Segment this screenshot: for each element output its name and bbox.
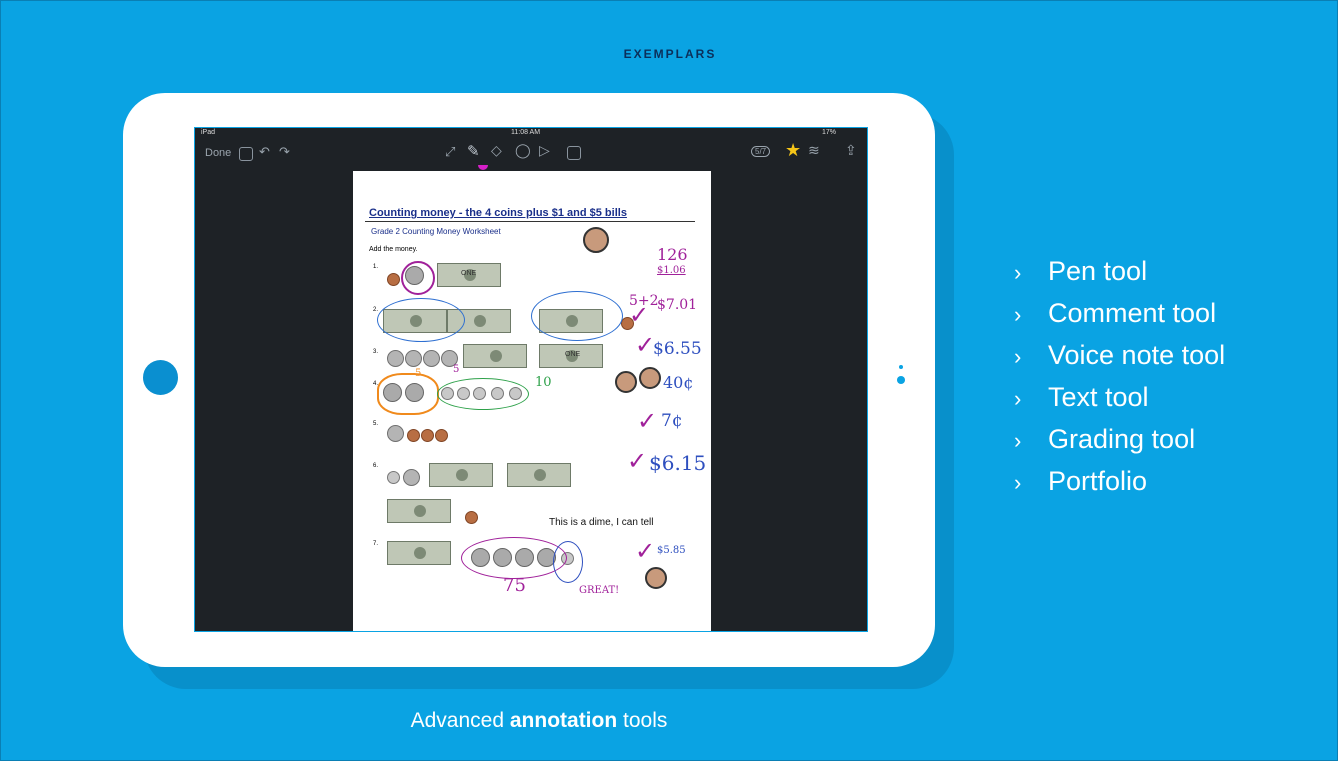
section-kicker: EXEMPLARS (623, 47, 717, 61)
pen-circle (531, 291, 623, 341)
row-number: 5. (373, 421, 379, 427)
handwritten-note: 75 (503, 575, 526, 596)
layers-icon[interactable]: ≋ (808, 142, 820, 159)
five-dollar-bill (429, 463, 493, 487)
pen-circle (437, 378, 529, 410)
handwritten-answer: 40¢ (663, 373, 694, 392)
handwritten-answer: $6.15 (649, 451, 707, 475)
row-number: 2. (373, 307, 379, 313)
share-icon[interactable]: ⇪ (845, 142, 857, 159)
handwritten-note: 5 (415, 368, 422, 379)
slide-caption: Advanced annotation tools (410, 709, 668, 732)
penny (407, 429, 420, 442)
chevron-right-icon: › (1014, 386, 1022, 411)
camera-dot (899, 365, 903, 369)
ipad-screen: iPad 11:08 AM 17% Done ↶ ↷ ⤢ ✎ ◇ ◯ ▷ 5/7… (194, 127, 868, 632)
eraser-icon[interactable]: ◇ (491, 142, 502, 159)
pen-circle (401, 261, 435, 295)
student-avatar[interactable] (615, 371, 637, 393)
handwritten-note: 5 (453, 364, 460, 375)
status-bar: iPad 11:08 AM 17% (195, 128, 867, 138)
handwritten-answer: 7¢ (661, 411, 683, 431)
handwritten-note: GREAT! (579, 585, 620, 596)
feature-item: › Comment tool (1014, 293, 1225, 335)
worksheet-page: Counting money - the 4 coins plus $1 and… (353, 171, 711, 631)
handwritten-note: 10 (535, 375, 552, 390)
chevron-right-icon: › (1014, 470, 1022, 495)
chevron-right-icon: › (1014, 344, 1022, 369)
penny (421, 429, 434, 442)
check-mark: ✓ (637, 407, 658, 435)
handwritten-answer: $5.85 (657, 545, 686, 556)
pen-circle (377, 373, 439, 415)
handwritten-answer: $1.06 (657, 265, 686, 276)
annotation-toolbar: Done ↶ ↷ ⤢ ✎ ◇ ◯ ▷ 5/7 ★ ≋ ⇪ (195, 138, 867, 168)
text-comment: This is a dime, I can tell (549, 517, 654, 528)
nickel (387, 350, 404, 367)
nickel (423, 350, 440, 367)
check-mark: ✓ (627, 447, 648, 475)
feature-item: › Pen tool (1014, 251, 1225, 293)
active-tool-indicator (478, 165, 488, 170)
five-dollar-bill (463, 344, 527, 368)
comment-icon[interactable]: ◯ (515, 142, 531, 159)
dollar-bill (507, 463, 571, 487)
camera-icon (897, 376, 905, 384)
redo-icon[interactable]: ↷ (279, 144, 290, 160)
home-button (143, 360, 178, 395)
nickel (403, 469, 420, 486)
title-rule (365, 221, 695, 222)
check-mark: ✓ (629, 301, 650, 329)
row-number: 3. (373, 349, 379, 355)
five-dollar-bill (387, 541, 451, 565)
expand-icon[interactable]: ⤢ (445, 144, 455, 160)
bill-text: ONE (565, 351, 581, 358)
page-counter[interactable]: 5/7 (751, 146, 771, 157)
check-mark: ✓ (635, 537, 656, 565)
penny (387, 273, 400, 286)
student-avatar[interactable] (645, 567, 667, 589)
dollar-bill (387, 499, 451, 523)
handwritten-note: 126 (657, 245, 688, 264)
feature-list: › Pen tool › Comment tool › Voice note tool… (1014, 251, 1225, 503)
feature-item: › Grading tool (1014, 419, 1225, 461)
feature-item: › Text tool (1014, 377, 1225, 419)
undo-icon[interactable]: ↶ (259, 144, 270, 160)
nickel (405, 350, 422, 367)
worksheet-title: Counting money - the 4 coins plus $1 and… (369, 207, 627, 219)
row-number: 7. (373, 541, 379, 547)
chevron-right-icon: › (1014, 302, 1022, 327)
student-avatar[interactable] (639, 367, 661, 389)
penny (435, 429, 448, 442)
pen-icon[interactable]: ✎ (467, 142, 480, 160)
status-time: 11:08 AM (511, 129, 541, 136)
penny (465, 511, 478, 524)
row-number: 6. (373, 463, 379, 469)
worksheet-instruction: Add the money. (369, 246, 418, 253)
feature-item: › Portfolio (1014, 461, 1225, 503)
row-number: 1. (373, 264, 379, 270)
status-battery: 17% (822, 129, 837, 136)
voice-note-icon[interactable]: ▷ (539, 142, 550, 159)
pen-circle (553, 541, 583, 583)
pen-circle (461, 537, 567, 579)
feature-item: › Voice note tool (1014, 335, 1225, 377)
bill-text: ONE (461, 270, 477, 277)
slide: EXEMPLARS iPad 11:08 AM 17% Done ↶ ↷ ⤢ ✎… (0, 0, 1338, 761)
chevron-right-icon: › (1014, 428, 1022, 453)
handwritten-answer: $7.01 (657, 297, 698, 313)
teacher-avatar[interactable] (583, 227, 609, 253)
worksheet-subtitle: Grade 2 Counting Money Worksheet (371, 227, 501, 236)
handwritten-answer: $6.55 (653, 339, 702, 359)
chevron-right-icon: › (1014, 260, 1022, 285)
pen-circle (377, 298, 465, 342)
status-device: iPad (201, 129, 216, 136)
nickel (387, 425, 404, 442)
text-icon[interactable] (567, 146, 581, 160)
star-icon[interactable]: ★ (785, 140, 801, 161)
dime (387, 471, 400, 484)
done-button[interactable]: Done (205, 147, 231, 159)
students-icon[interactable] (239, 147, 253, 161)
